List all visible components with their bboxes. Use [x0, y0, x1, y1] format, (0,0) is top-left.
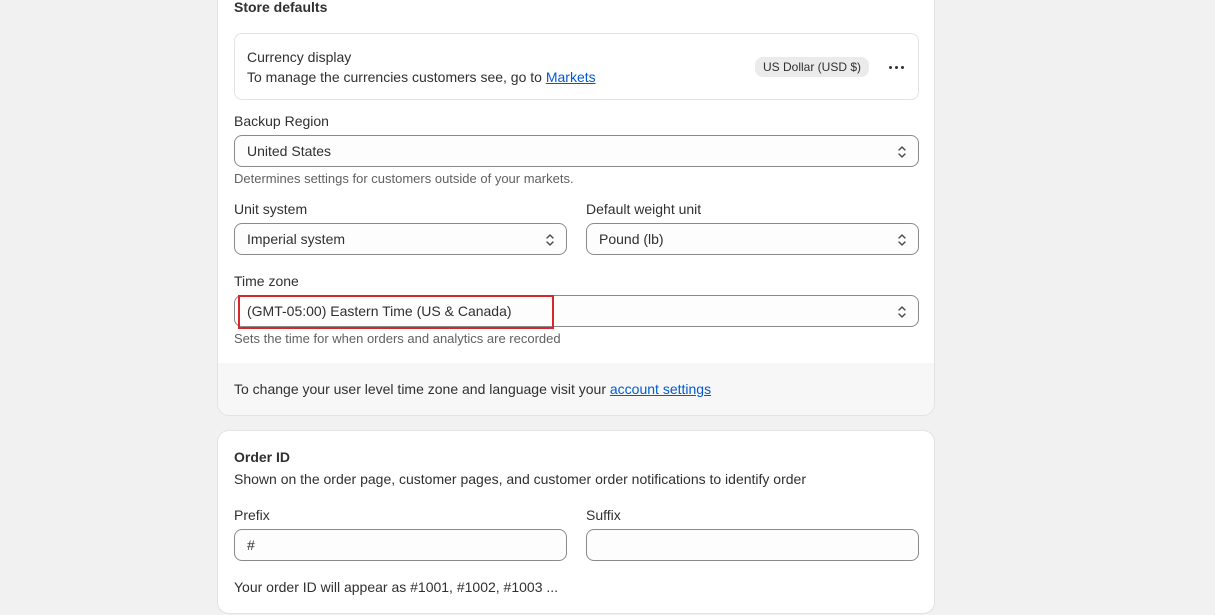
select-chevron-icon: [898, 234, 906, 246]
currency-more-button[interactable]: [883, 54, 909, 80]
store-defaults-title: Store defaults: [234, 0, 328, 15]
account-settings-text: To change your user level time zone and …: [234, 381, 711, 397]
prefix-label: Prefix: [234, 507, 270, 523]
currency-description-text: To manage the currencies customers see, …: [247, 69, 546, 85]
currency-badge: US Dollar (USD $): [755, 57, 870, 77]
unit-system-label: Unit system: [234, 201, 308, 217]
time-zone-value: (GMT-05:00) Eastern Time (US & Canada): [247, 303, 512, 319]
weight-unit-label: Default weight unit: [586, 201, 702, 217]
markets-link[interactable]: Markets: [546, 69, 596, 85]
currency-display-box: Currency display To manage the currencie…: [234, 33, 919, 100]
backup-region-select[interactable]: United States: [234, 135, 919, 167]
backup-region-label: Backup Region: [234, 113, 329, 129]
order-id-title: Order ID: [234, 449, 291, 465]
order-id-card: Order ID Shown on the order page, custom…: [217, 430, 935, 614]
account-settings-link[interactable]: account settings: [610, 381, 711, 397]
weight-unit-select[interactable]: Pound (lb): [586, 223, 919, 255]
order-id-preview: Your order ID will appear as #1001, #100…: [234, 579, 559, 595]
backup-region-help: Determines settings for customers outsid…: [234, 171, 574, 186]
account-settings-prefix: To change your user level time zone and …: [234, 381, 610, 397]
store-defaults-card: Store defaults Currency display To manag…: [217, 0, 935, 416]
suffix-label: Suffix: [586, 507, 621, 523]
weight-unit-value: Pound (lb): [599, 231, 664, 247]
suffix-input[interactable]: [586, 529, 919, 561]
order-id-description: Shown on the order page, customer pages,…: [234, 471, 806, 487]
account-settings-footer: To change your user level time zone and …: [218, 363, 934, 415]
backup-region-value: United States: [247, 143, 332, 159]
prefix-value: #: [247, 537, 255, 553]
unit-system-value: Imperial system: [247, 231, 346, 247]
time-zone-label: Time zone: [234, 273, 299, 289]
select-chevron-icon: [898, 146, 906, 158]
more-horizontal-icon: [888, 65, 904, 69]
time-zone-select[interactable]: (GMT-05:00) Eastern Time (US & Canada): [234, 295, 919, 327]
prefix-input[interactable]: #: [234, 529, 567, 561]
unit-system-select[interactable]: Imperial system: [234, 223, 567, 255]
currency-display-description: To manage the currencies customers see, …: [247, 69, 596, 85]
currency-display-title: Currency display: [247, 49, 352, 65]
select-chevron-icon: [546, 234, 554, 246]
time-zone-help: Sets the time for when orders and analyt…: [234, 331, 561, 346]
select-chevron-icon: [898, 306, 906, 318]
